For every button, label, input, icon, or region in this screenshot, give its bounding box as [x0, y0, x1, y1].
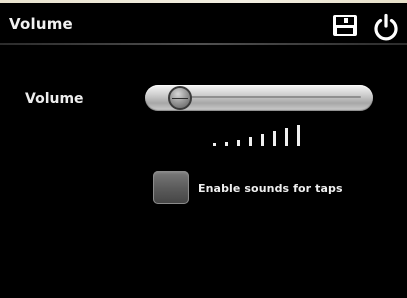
save-button[interactable]: [331, 13, 359, 39]
volume-indicator-bar: [273, 131, 276, 146]
volume-screen: Volume Volume Enable sounds for taps: [0, 0, 407, 298]
volume-indicator-bar: [213, 143, 216, 146]
header-divider: [0, 43, 407, 45]
volume-indicator-bar: [237, 140, 240, 146]
page-title: Volume: [9, 15, 73, 33]
volume-label: Volume: [25, 91, 84, 107]
enable-tap-sounds-checkbox[interactable]: [153, 171, 189, 204]
floppy-disk-icon: [333, 15, 357, 36]
power-button[interactable]: [371, 12, 401, 42]
header-bar: Volume: [0, 3, 407, 43]
volume-slider-thumb[interactable]: [167, 86, 192, 110]
volume-indicator-bar: [285, 128, 288, 146]
volume-level-indicator: [213, 124, 313, 146]
volume-indicator-bar: [225, 142, 228, 146]
volume-indicator-bar: [261, 134, 264, 146]
volume-slider-groove: [175, 96, 361, 98]
volume-slider[interactable]: [145, 85, 373, 111]
volume-indicator-bar: [249, 137, 252, 146]
enable-tap-sounds-label: Enable sounds for taps: [198, 182, 343, 195]
volume-indicator-bar: [297, 125, 300, 146]
power-icon: [374, 13, 398, 41]
